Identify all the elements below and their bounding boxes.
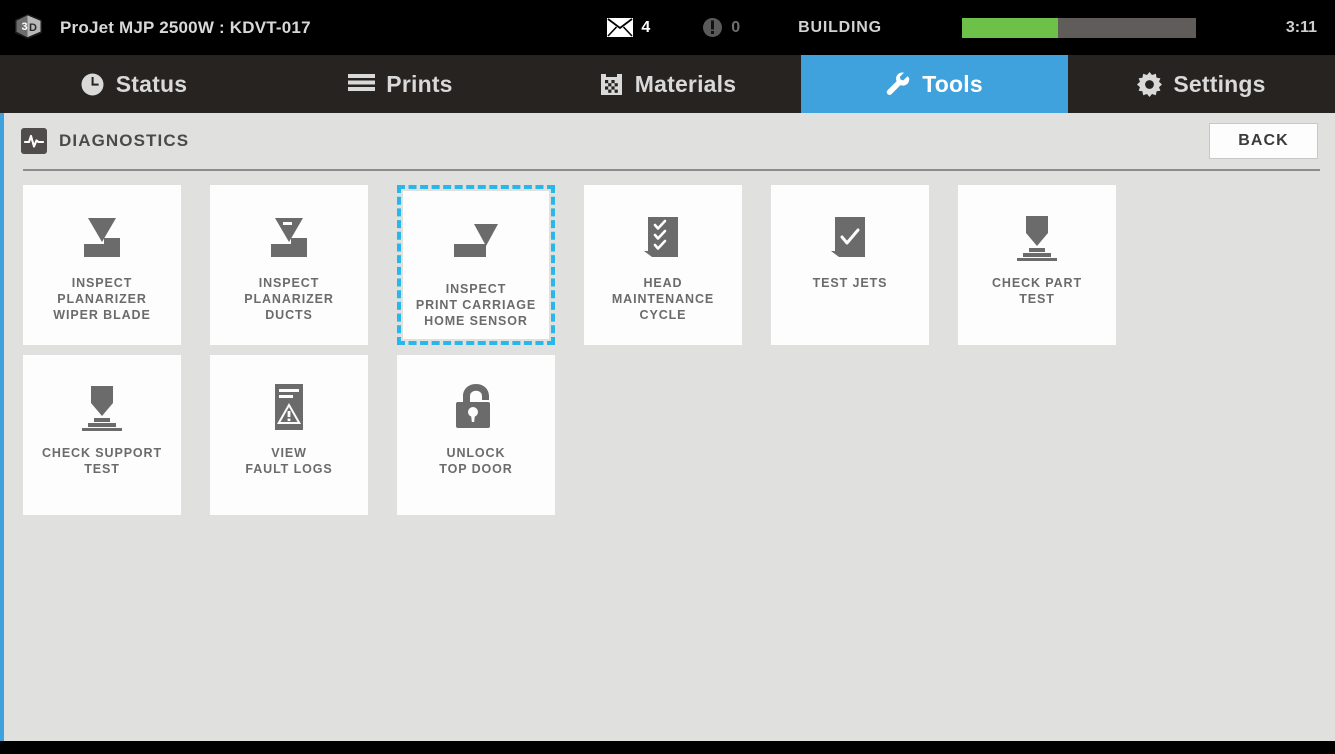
tile-label-line: CHECK PART: [991, 276, 1083, 290]
tile-label-line: DUCTS: [265, 308, 313, 322]
tile-cell: VIEW FAULT LOGS: [210, 355, 368, 515]
diagnostic-tile[interactable]: UNLOCK TOP DOOR: [397, 355, 555, 515]
build-progress-fill: [961, 17, 1058, 38]
wrench-icon: [886, 71, 911, 97]
page-subheader: DIAGNOSTICS BACK: [4, 113, 1335, 169]
planarizer-blade-icon: [71, 199, 133, 275]
tile-label: VIEW FAULT LOGS: [239, 445, 338, 477]
tab-prints[interactable]: Prints: [267, 55, 534, 113]
3d-systems-cube-logo-icon: 3 D: [12, 11, 46, 45]
diagnostics-tile-grid: INSPECT PLANARIZER WIPER BLADE INSPECT PLANA…: [23, 185, 1323, 525]
heartbeat-pulse-icon: [21, 128, 47, 154]
tile-label-line: TEST: [84, 462, 120, 476]
tab-label-tools: Tools: [922, 70, 983, 97]
tile-label-line: CHECK SUPPORT: [41, 446, 163, 460]
diagnostic-tile[interactable]: VIEW FAULT LOGS: [210, 355, 368, 515]
open-padlock-icon: [445, 369, 507, 445]
tile-label-line: INSPECT: [445, 282, 507, 296]
tile-cell: TEST JETS: [771, 185, 929, 345]
tile-label-line: UNLOCK: [446, 446, 506, 460]
tile-cell: UNLOCK TOP DOOR: [397, 355, 555, 515]
alert-count: 0: [731, 18, 741, 36]
tile-label: INSPECT PRINT CARRIAGE HOME SENSOR: [410, 281, 542, 329]
tile-label-line: FAULT LOGS: [245, 462, 333, 476]
tile-label-line: HOME SENSOR: [424, 314, 528, 328]
clock-icon: [80, 72, 105, 97]
tile-label: TEST JETS: [807, 275, 894, 291]
tile-cell: HEAD MAINTENANCE CYCLE: [584, 185, 742, 345]
tile-label-line: TEST JETS: [812, 276, 888, 290]
tile-cell: INSPECT PRINT CARRIAGE HOME SENSOR: [397, 185, 555, 345]
nozzle-support-icon: [71, 369, 133, 445]
tile-label-line: HEAD: [643, 276, 683, 290]
diagnostic-tile[interactable]: INSPECT PRINT CARRIAGE HOME SENSOR: [403, 191, 549, 339]
tab-label-materials: Materials: [634, 70, 737, 97]
list-lines-icon: [348, 73, 376, 96]
alert-exclamation-icon: [702, 17, 723, 38]
tile-label-line: CYCLE: [639, 308, 687, 322]
main-nav-tabs: Status Prints Materials Tools Settings: [0, 55, 1335, 113]
gear-icon: [1137, 71, 1163, 97]
checklist-one-icon: [819, 199, 881, 275]
tile-label-line: INSPECT: [71, 276, 133, 290]
build-state-text: BUILDING: [798, 18, 882, 36]
tile-label-line: INSPECT: [258, 276, 320, 290]
tile-cell: INSPECT PLANARIZER DUCTS: [210, 185, 368, 345]
tile-label: CHECK SUPPORT TEST: [36, 445, 168, 477]
subheader-divider: [23, 169, 1320, 171]
tile-label-line: TOP DOOR: [439, 462, 513, 476]
mail-count: 4: [641, 18, 651, 36]
tile-cell: CHECK SUPPORT TEST: [23, 355, 181, 515]
tab-settings[interactable]: Settings: [1068, 55, 1335, 113]
diagnostic-tile[interactable]: CHECK PART TEST: [958, 185, 1116, 345]
svg-text:3: 3: [22, 21, 28, 33]
tile-label-line: VIEW: [271, 446, 307, 460]
svg-text:D: D: [29, 22, 37, 34]
tile-label-line: TEST: [1019, 292, 1055, 306]
tile-label-line: WIPER BLADE: [53, 308, 151, 322]
tab-label-settings: Settings: [1173, 70, 1266, 97]
nozzle-part-icon: [1006, 199, 1068, 275]
tile-label: INSPECT PLANARIZER WIPER BLADE: [47, 275, 156, 323]
tile-label: HEAD MAINTENANCE CYCLE: [606, 275, 720, 323]
back-button[interactable]: BACK: [1209, 123, 1318, 159]
tab-materials[interactable]: Materials: [534, 55, 801, 113]
diagnostic-tile[interactable]: HEAD MAINTENANCE CYCLE: [584, 185, 742, 345]
tab-tools[interactable]: Tools: [801, 55, 1068, 113]
clock-text: 3:11: [1285, 18, 1317, 36]
planarizer-ducts-icon: [258, 199, 320, 275]
tile-cell: INSPECT PLANARIZER WIPER BLADE: [23, 185, 181, 345]
tile-label-line: PLANARIZER: [57, 292, 147, 306]
alert-indicator[interactable]: 0: [702, 17, 740, 38]
tab-status[interactable]: Status: [0, 55, 267, 113]
tile-label: CHECK PART TEST: [986, 275, 1088, 307]
tile-label-line: PLANARIZER: [244, 292, 334, 306]
fault-log-icon: [258, 369, 320, 445]
title-bar: 3 D ProJet MJP 2500W : KDVT-017 4 0 BUIL…: [0, 0, 1335, 55]
printer-touchscreen-ui: 3 D ProJet MJP 2500W : KDVT-017 4 0 BUIL…: [0, 0, 1335, 754]
tile-label-line: PRINT CARRIAGE: [415, 298, 537, 312]
diagnostic-tile[interactable]: TEST JETS: [771, 185, 929, 345]
machine-title: ProJet MJP 2500W : KDVT-017: [60, 17, 311, 37]
tab-label-status: Status: [115, 70, 188, 97]
tile-cell: CHECK PART TEST: [958, 185, 1116, 345]
footer-bar: [0, 741, 1335, 754]
tile-label: INSPECT PLANARIZER DUCTS: [238, 275, 340, 323]
page-title: DIAGNOSTICS: [59, 131, 190, 150]
grid-bucket-icon: [599, 72, 624, 97]
diagnostic-tile[interactable]: CHECK SUPPORT TEST: [23, 355, 181, 515]
diagnostic-tile[interactable]: INSPECT PLANARIZER WIPER BLADE: [23, 185, 181, 345]
mail-indicator[interactable]: 4: [607, 18, 650, 37]
build-progress-bar: [961, 17, 1196, 38]
carriage-home-sensor-icon: [445, 205, 507, 281]
envelope-icon: [607, 18, 634, 37]
tab-label-prints: Prints: [386, 70, 453, 97]
diagnostic-tile[interactable]: INSPECT PLANARIZER DUCTS: [210, 185, 368, 345]
tile-label-line: MAINTENANCE: [611, 292, 715, 306]
status-indicators: 4 0 BUILDING 3:11: [607, 17, 1335, 38]
tile-label: UNLOCK TOP DOOR: [433, 445, 518, 477]
checklist-three-icon: [632, 199, 694, 275]
content-area: DIAGNOSTICS BACK INSPECT PLANARIZER WIPER …: [0, 113, 1335, 741]
